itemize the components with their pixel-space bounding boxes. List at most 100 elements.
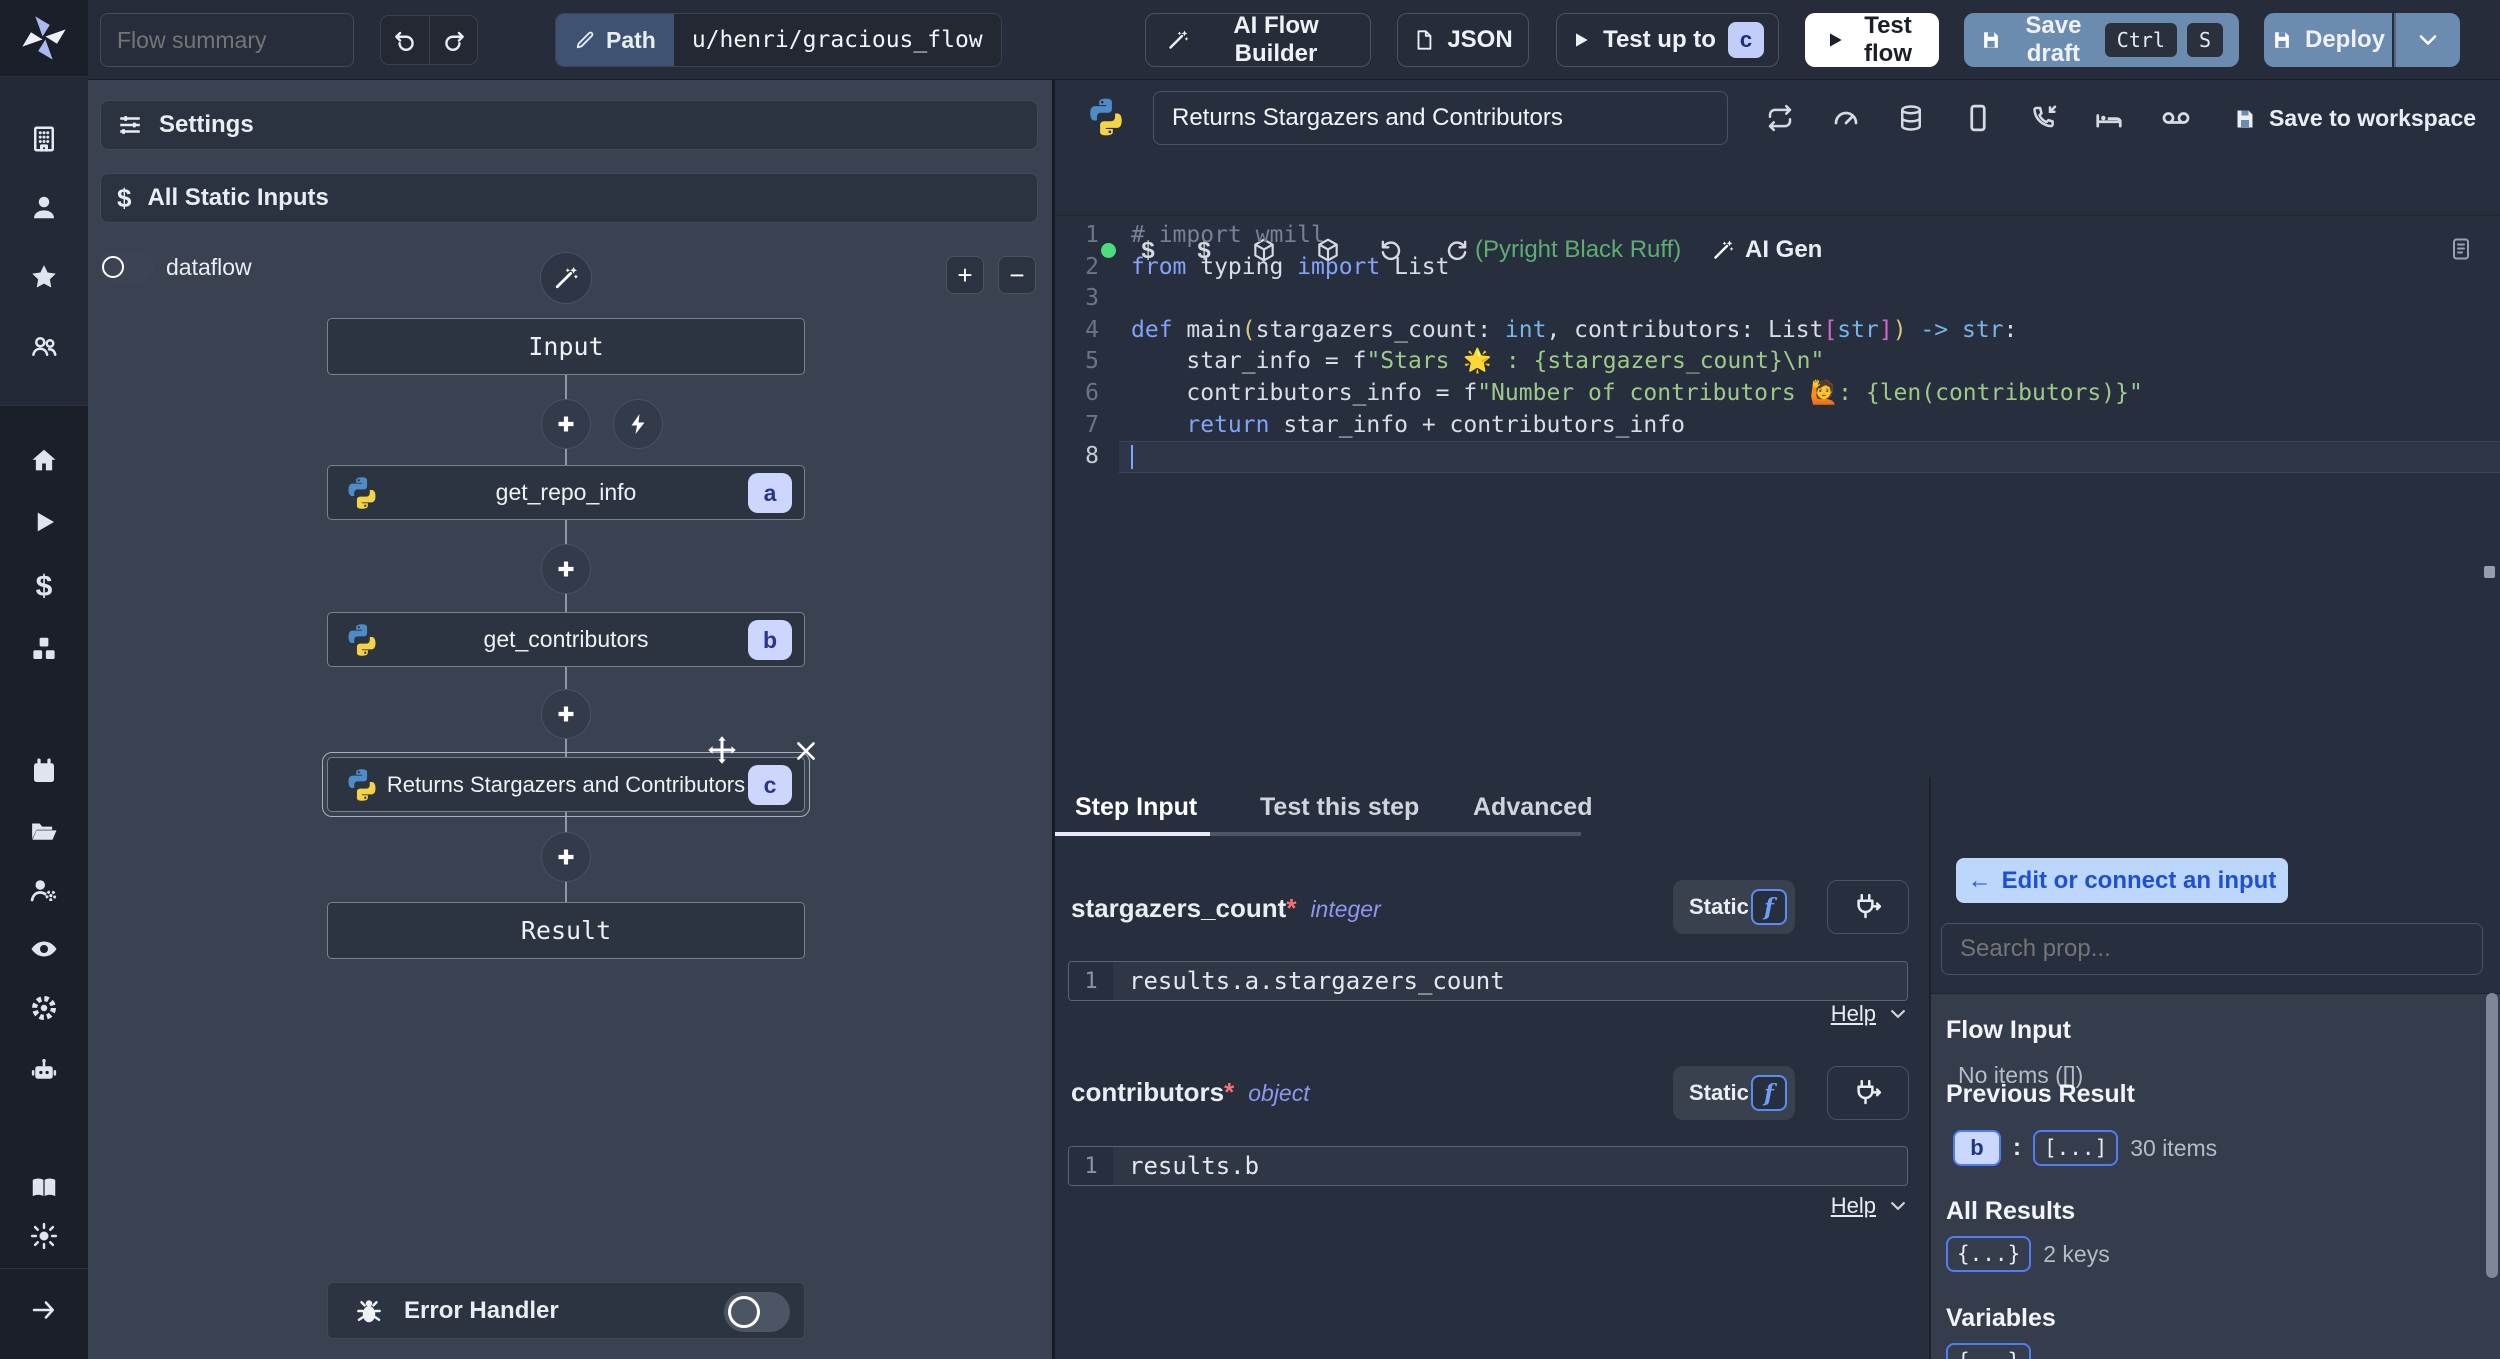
- collapse-arrow-right-icon[interactable]: [29, 1295, 59, 1325]
- path-label-segment: Path: [556, 14, 674, 66]
- input-node[interactable]: Input: [327, 318, 805, 375]
- search-prop-input[interactable]: [1941, 923, 2483, 975]
- insert-step-button[interactable]: [541, 832, 591, 882]
- step-node-c-selected[interactable]: Returns Stargazers and Contributors c: [322, 752, 810, 817]
- help-link[interactable]: Help: [1831, 1193, 1876, 1219]
- javascript-expr-icon[interactable]: f: [1751, 1075, 1787, 1111]
- deploy-dropdown-button[interactable]: [2394, 13, 2460, 67]
- dataflow-toggle[interactable]: [98, 252, 154, 282]
- repeat-icon[interactable]: [1765, 103, 1795, 133]
- audit-eye-icon[interactable]: [29, 934, 59, 964]
- folders-icon[interactable]: [29, 816, 59, 846]
- help-row[interactable]: Help: [1745, 1193, 1908, 1219]
- colon: :: [2013, 1134, 2021, 1161]
- props-scrollbar-thumb[interactable]: [2486, 993, 2498, 1278]
- tab-test-this-step[interactable]: Test this step: [1260, 793, 1419, 822]
- variables-dollar-icon[interactable]: $: [29, 570, 59, 603]
- workers-users-gear-icon[interactable]: [29, 875, 59, 905]
- python-icon: [344, 767, 380, 803]
- flow-settings-row[interactable]: Settings: [100, 100, 1038, 150]
- script-title-input[interactable]: [1153, 91, 1728, 145]
- path-chip[interactable]: Path u/henri/gracious_flow: [555, 13, 1002, 67]
- javascript-expr-icon[interactable]: f: [1751, 889, 1787, 925]
- save-draft-button[interactable]: Save draft Ctrl S: [1964, 12, 2239, 67]
- collapsed-object-badge[interactable]: {...}: [1946, 1343, 2032, 1359]
- code-area[interactable]: 12345678 # import wmill from typing impor…: [1055, 220, 2500, 777]
- editor-toolbar: $ $ (Pyright Black Ruff) AI Gen: [1055, 148, 2500, 264]
- zoom-in-button[interactable]: +: [946, 256, 984, 294]
- step-b-badge[interactable]: b: [1953, 1130, 2001, 1166]
- step-id-badge: c: [748, 765, 792, 805]
- undo-button[interactable]: [381, 16, 429, 64]
- python-icon: [1085, 96, 1127, 138]
- database-icon[interactable]: [1896, 103, 1926, 133]
- all-static-inputs-row[interactable]: $ All Static Inputs: [100, 173, 1038, 223]
- static-mode-toggle[interactable]: Static f: [1673, 880, 1795, 934]
- error-handler-toggle[interactable]: [724, 1292, 790, 1332]
- connect-input-button[interactable]: [1827, 880, 1909, 934]
- settings-gear-icon[interactable]: [29, 993, 59, 1023]
- static-mode-toggle[interactable]: Static f: [1673, 1066, 1795, 1120]
- tab-advanced[interactable]: Advanced: [1473, 793, 1592, 822]
- left-rail: $: [0, 0, 88, 1359]
- input-node-label: Input: [528, 332, 604, 361]
- gauge-icon[interactable]: [1831, 103, 1861, 133]
- trigger-bolt-button[interactable]: [613, 399, 663, 449]
- test-flow-button[interactable]: Test flow: [1805, 12, 1939, 67]
- phone-incoming-icon[interactable]: [2030, 103, 2060, 133]
- error-handler-row[interactable]: Error Handler: [327, 1282, 805, 1339]
- insert-step-button[interactable]: [541, 689, 591, 739]
- code-editor-panel: Save to workspace $ $ (Pyright Black Ruf…: [1052, 80, 2500, 777]
- ai-flow-builder-button[interactable]: AI Flow Builder: [1145, 12, 1371, 67]
- help-row[interactable]: Help: [1745, 1001, 1908, 1027]
- sleep-icon[interactable]: [2094, 103, 2124, 133]
- deploy-button[interactable]: Deploy: [2264, 13, 2392, 67]
- star-icon[interactable]: [29, 262, 59, 292]
- graph-ai-wand-button[interactable]: [540, 252, 592, 304]
- expr-input-stargazers[interactable]: 1 results.a.stargazers_count: [1068, 961, 1908, 1001]
- runs-play-icon[interactable]: [29, 507, 59, 537]
- step-node-a[interactable]: get_repo_info a: [327, 465, 805, 520]
- schedules-calendar-icon[interactable]: [29, 757, 59, 787]
- resources-cubes-icon[interactable]: [29, 634, 59, 664]
- json-button[interactable]: JSON: [1397, 13, 1529, 67]
- user-icon[interactable]: [29, 192, 59, 222]
- voicemail-icon[interactable]: [2161, 103, 2191, 133]
- windmill-logo[interactable]: [18, 12, 70, 64]
- building-icon[interactable]: [29, 124, 59, 154]
- move-step-icon[interactable]: [707, 735, 737, 765]
- property-picker-panel: ← Edit or connect an input Flow Input No…: [1929, 777, 2500, 1359]
- help-link[interactable]: Help: [1831, 1001, 1876, 1027]
- insert-step-button[interactable]: [541, 544, 591, 594]
- tab-step-input[interactable]: Step Input: [1075, 793, 1197, 822]
- redo-button[interactable]: [429, 16, 477, 64]
- wand-icon: [1166, 28, 1190, 52]
- chevron-down-icon: [1888, 1196, 1908, 1216]
- ai-robot-icon[interactable]: [29, 1055, 59, 1085]
- save-draft-label: Save draft: [2025, 12, 2082, 67]
- edit-or-connect-button[interactable]: ← Edit or connect an input: [1956, 858, 2288, 903]
- rail-divider: [0, 1268, 88, 1269]
- window-icon[interactable]: [1963, 103, 1993, 133]
- connect-input-button[interactable]: [1827, 1066, 1909, 1120]
- expr-value: results.a.stargazers_count: [1129, 967, 1505, 995]
- flow-summary-input[interactable]: [100, 13, 354, 67]
- theme-sun-icon[interactable]: [29, 1221, 59, 1251]
- insert-step-button[interactable]: [541, 399, 591, 449]
- json-label: JSON: [1447, 26, 1513, 53]
- home-icon[interactable]: [29, 446, 59, 476]
- collapsed-object-badge[interactable]: {...}: [1946, 1236, 2032, 1272]
- test-up-to-button[interactable]: Test up to c: [1556, 13, 1779, 67]
- save-to-workspace-button[interactable]: Save to workspace: [2233, 105, 2476, 132]
- collapsed-array-badge[interactable]: [...]: [2033, 1130, 2119, 1166]
- delete-step-icon[interactable]: [793, 738, 819, 764]
- user-group-icon[interactable]: [29, 331, 59, 361]
- pencil-icon: [574, 29, 596, 51]
- step-node-b[interactable]: get_contributors b: [327, 612, 805, 667]
- windmill-flow-editor: $ Path u/henri/gracious_flow AI Flow Bui…: [0, 0, 2500, 1359]
- expr-input-contributors[interactable]: 1 results.b: [1068, 1146, 1908, 1186]
- dataflow-label: dataflow: [166, 254, 252, 280]
- result-node[interactable]: Result: [327, 902, 805, 959]
- zoom-out-button[interactable]: −: [998, 256, 1036, 294]
- docs-book-icon[interactable]: [29, 1173, 59, 1203]
